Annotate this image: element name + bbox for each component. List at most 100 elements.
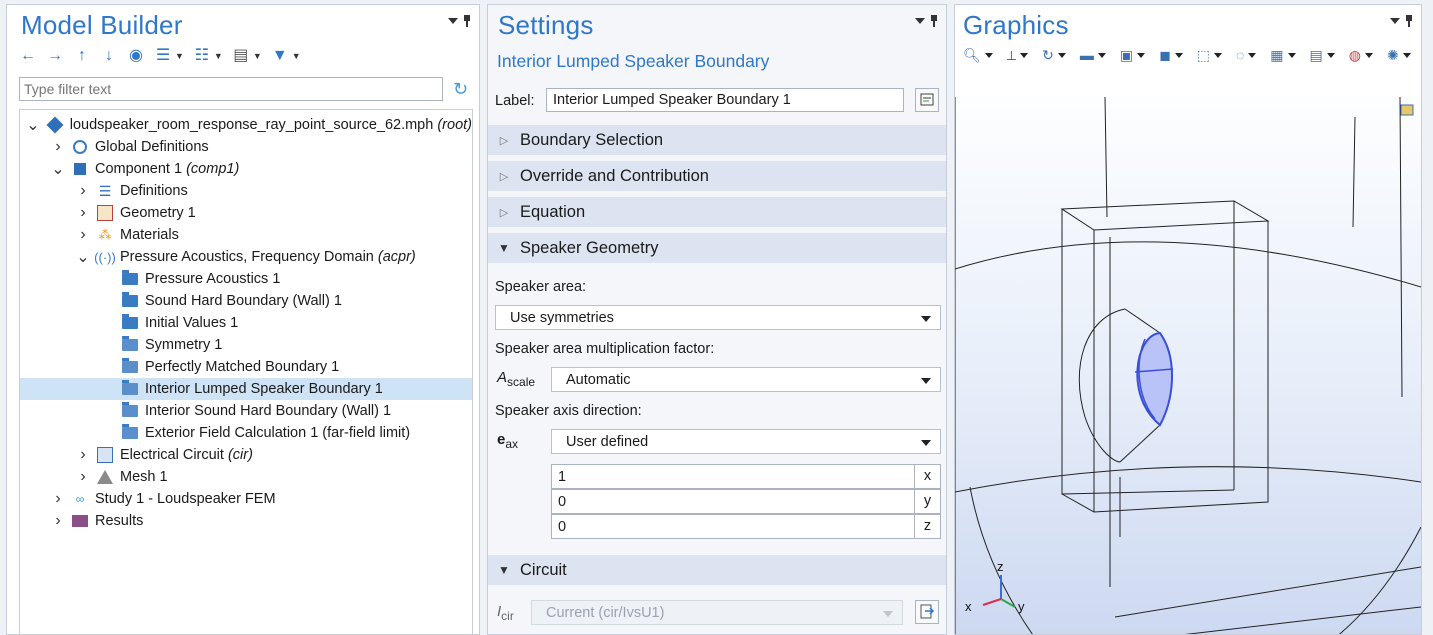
view-icon[interactable]: ▬ — [1080, 45, 1106, 65]
chevron-right-icon[interactable]: › — [76, 204, 90, 222]
tree-item[interactable]: › ∞ Study 1 - Loudspeaker FEM — [20, 488, 472, 510]
chevron-down-icon[interactable]: ⌄ — [26, 115, 40, 135]
tree-item[interactable]: Symmetry 1 — [20, 334, 472, 356]
show-icon[interactable]: ◉ — [127, 47, 145, 65]
tree-item-label: Pressure Acoustics 1 — [145, 271, 281, 287]
chevron-right-icon[interactable]: › — [76, 446, 90, 464]
arrow-up-icon[interactable]: ↑ — [73, 47, 91, 65]
tree-item[interactable]: Sound Hard Boundary (Wall) 1 — [20, 290, 472, 312]
tree-item[interactable]: › Electrical Circuit (cir) — [20, 444, 472, 466]
chevron-down-icon[interactable]: ▼ — [214, 51, 223, 61]
tree-item[interactable]: › Results — [20, 510, 472, 532]
hide-icon[interactable]: ◌ — [1236, 45, 1257, 65]
model-builder-toolbar: ← → ↑ ↓ ◉ ☰ ▼ ☷ ▼ ▤ ▼ ▼ ▼ — [19, 45, 301, 67]
section-boundary-selection[interactable]: ▷ Boundary Selection — [488, 125, 946, 157]
multiplication-label: Speaker area multiplication factor: — [495, 341, 715, 357]
select-icon[interactable]: ⬚ — [1197, 45, 1222, 65]
study-icon: ∞ — [75, 492, 85, 506]
arrow-right-icon[interactable]: → — [46, 47, 64, 65]
filter-icon[interactable]: ▼ — [271, 47, 289, 65]
tree-item[interactable]: › ☰ Definitions — [20, 180, 472, 202]
a-scale-select[interactable]: Automatic — [551, 367, 941, 392]
globe-icon — [71, 139, 89, 155]
model-tree: ⌄ loudspeaker_room_response_ray_point_sou… — [19, 109, 473, 634]
grid-icon[interactable]: ▤ — [1310, 45, 1335, 65]
chevron-right-icon[interactable]: › — [51, 490, 65, 508]
chevron-right-icon[interactable]: › — [76, 468, 90, 486]
section-label: Equation — [520, 202, 586, 221]
axis-icon[interactable]: ⟂ — [1007, 45, 1029, 65]
chevron-down-icon[interactable]: ▼ — [253, 51, 262, 61]
section-speaker-geometry[interactable]: ▼ Speaker Geometry — [488, 233, 946, 265]
vector-value[interactable]: 0 — [558, 494, 566, 510]
panel-menu-icon[interactable] — [915, 18, 925, 24]
arrow-left-icon[interactable]: ← — [19, 47, 37, 65]
filter-input[interactable] — [19, 77, 443, 101]
pin-icon[interactable] — [1405, 15, 1413, 27]
scene-icon[interactable]: ✺ — [1387, 45, 1411, 65]
window-toggle-icon[interactable] — [1400, 104, 1414, 116]
model-geometry[interactable]: z x y — [955, 97, 1421, 634]
tree-item[interactable]: › Global Definitions — [20, 136, 472, 158]
label-field[interactable]: Interior Lumped Speaker Boundary 1 — [546, 88, 904, 112]
light-icon[interactable]: ◍ — [1349, 45, 1373, 65]
list-icon[interactable]: ▤ — [232, 47, 250, 65]
vector-x-field[interactable]: 1x — [551, 464, 941, 489]
camera-icon[interactable]: ▣ — [1120, 45, 1146, 65]
chevron-right-icon[interactable]: › — [51, 138, 65, 156]
e-ax-select[interactable]: User defined — [551, 429, 941, 454]
tree-item[interactable]: Perfectly Matched Boundary 1 — [20, 356, 472, 378]
vector-value[interactable]: 0 — [558, 519, 566, 535]
materials-icon: ⁂ — [98, 227, 112, 242]
expand-icon[interactable]: ☷ — [193, 47, 211, 65]
tree-item[interactable]: ⌄ ((·)) Pressure Acoustics, Frequency Doma… — [20, 246, 472, 268]
feature-icon — [121, 336, 139, 353]
tree-item[interactable]: ⌄ loudspeaker_room_response_ray_point_sou… — [20, 114, 472, 136]
tree-item[interactable]: Pressure Acoustics 1 — [20, 268, 472, 290]
chevron-down-icon[interactable]: ▼ — [175, 51, 184, 61]
refresh-icon[interactable]: ↻ — [453, 79, 473, 99]
section-override[interactable]: ▷ Override and Contribution — [488, 161, 946, 193]
label-edit-button[interactable] — [915, 88, 939, 112]
tree-item[interactable]: ⌄ Component 1 (comp1) — [20, 158, 472, 180]
tree-item-label: Component 1 — [95, 161, 183, 177]
chevron-right-icon[interactable]: › — [51, 512, 65, 530]
tree-item[interactable]: Exterior Field Calculation 1 (far-field … — [20, 422, 472, 444]
chevron-down-icon[interactable]: ▼ — [292, 51, 301, 61]
section-equation[interactable]: ▷ Equation — [488, 197, 946, 229]
chevron-right-icon[interactable]: › — [76, 226, 90, 244]
feature-icon — [121, 402, 139, 419]
render-icon[interactable]: ◼ — [1159, 45, 1183, 65]
arrow-down-icon[interactable]: ↓ — [100, 47, 118, 65]
tree-item[interactable]: › Geometry 1 — [20, 202, 472, 224]
tree-item[interactable]: Interior Sound Hard Boundary (Wall) 1 — [20, 400, 472, 422]
graphics-viewport[interactable]: z x y — [955, 97, 1421, 634]
pin-icon[interactable] — [930, 15, 938, 27]
pin-icon[interactable] — [463, 15, 471, 27]
tree-item[interactable]: › ⁂ Materials — [20, 224, 472, 246]
transparency-icon[interactable]: ▦ — [1270, 45, 1296, 65]
tree-item[interactable]: › Mesh 1 — [20, 466, 472, 488]
speaker-area-select[interactable]: Use symmetries — [495, 305, 941, 330]
panel-menu-icon[interactable] — [448, 18, 458, 24]
chevron-right-icon[interactable]: › — [76, 182, 90, 200]
collapse-icon[interactable]: ☰ — [154, 47, 172, 65]
vector-y-field[interactable]: 0y — [551, 489, 941, 514]
section-circuit[interactable]: ▼ Circuit — [488, 555, 946, 587]
graphics-toolbar: 🔍︎ ⟂ ↻ ▬ ▣ ◼ ⬚ ◌ ▦ ▤ ◍ ✺ — [963, 45, 1413, 65]
axis-label-y: y — [1018, 599, 1025, 614]
tree-item[interactable]: Interior Lumped Speaker Boundary 1 — [20, 378, 472, 400]
axis-label-x: x — [965, 599, 972, 614]
chevron-down-icon[interactable]: ⌄ — [76, 247, 90, 267]
go-to-source-icon — [920, 604, 935, 619]
chevron-down-icon[interactable]: ⌄ — [51, 159, 65, 179]
room-edge — [1338, 526, 1421, 634]
go-to-source-button[interactable] — [915, 600, 939, 624]
vector-z-field[interactable]: 0z — [551, 514, 941, 539]
tree-item[interactable]: Initial Values 1 — [20, 312, 472, 334]
vector-value[interactable]: 1 — [558, 469, 566, 485]
panel-menu-icon[interactable] — [1390, 18, 1400, 24]
rotate-icon[interactable]: ↻ — [1042, 45, 1066, 65]
chevron-right-icon: ▷ — [499, 206, 509, 219]
zoom-icon[interactable]: 🔍︎ — [963, 45, 993, 65]
